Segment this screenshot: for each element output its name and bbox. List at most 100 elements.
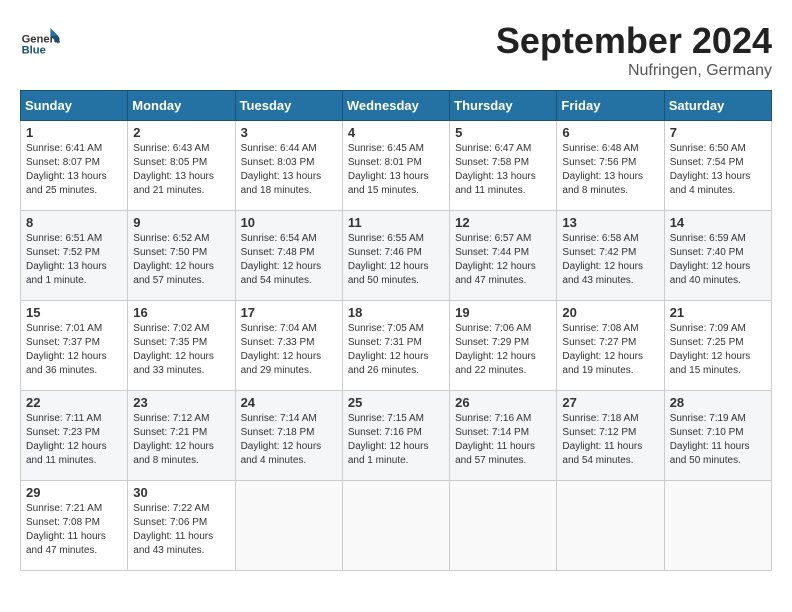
day-number: 8	[26, 215, 122, 230]
day-info: Sunrise: 6:41 AM Sunset: 8:07 PM Dayligh…	[26, 143, 107, 196]
day-info: Sunrise: 6:54 AM Sunset: 7:48 PM Dayligh…	[241, 233, 322, 286]
day-number: 7	[670, 125, 766, 140]
day-info: Sunrise: 7:01 AM Sunset: 7:37 PM Dayligh…	[26, 323, 107, 376]
day-number: 15	[26, 305, 122, 320]
calendar-cell: 25 Sunrise: 7:15 AM Sunset: 7:16 PM Dayl…	[342, 391, 449, 481]
calendar-cell: 13 Sunrise: 6:58 AM Sunset: 7:42 PM Dayl…	[557, 211, 664, 301]
calendar-cell: 30 Sunrise: 7:22 AM Sunset: 7:06 PM Dayl…	[128, 481, 235, 571]
calendar-cell	[342, 481, 449, 571]
day-info: Sunrise: 6:43 AM Sunset: 8:05 PM Dayligh…	[133, 143, 214, 196]
day-number: 3	[241, 125, 337, 140]
column-header-monday: Monday	[128, 91, 235, 121]
day-info: Sunrise: 7:05 AM Sunset: 7:31 PM Dayligh…	[348, 323, 429, 376]
calendar-cell: 20 Sunrise: 7:08 AM Sunset: 7:27 PM Dayl…	[557, 301, 664, 391]
logo: General Blue	[20, 20, 66, 60]
page-header: General Blue September 2024 Nufringen, G…	[20, 20, 772, 80]
day-number: 18	[348, 305, 444, 320]
month-title: September 2024	[496, 20, 772, 62]
day-info: Sunrise: 7:06 AM Sunset: 7:29 PM Dayligh…	[455, 323, 536, 376]
day-info: Sunrise: 6:55 AM Sunset: 7:46 PM Dayligh…	[348, 233, 429, 286]
calendar-cell: 26 Sunrise: 7:16 AM Sunset: 7:14 PM Dayl…	[450, 391, 557, 481]
day-info: Sunrise: 7:04 AM Sunset: 7:33 PM Dayligh…	[241, 323, 322, 376]
calendar-cell: 17 Sunrise: 7:04 AM Sunset: 7:33 PM Dayl…	[235, 301, 342, 391]
day-info: Sunrise: 6:47 AM Sunset: 7:58 PM Dayligh…	[455, 143, 536, 196]
day-number: 14	[670, 215, 766, 230]
day-number: 27	[562, 395, 658, 410]
day-number: 28	[670, 395, 766, 410]
day-info: Sunrise: 6:45 AM Sunset: 8:01 PM Dayligh…	[348, 143, 429, 196]
day-info: Sunrise: 7:02 AM Sunset: 7:35 PM Dayligh…	[133, 323, 214, 376]
calendar-cell: 4 Sunrise: 6:45 AM Sunset: 8:01 PM Dayli…	[342, 121, 449, 211]
calendar-cell: 27 Sunrise: 7:18 AM Sunset: 7:12 PM Dayl…	[557, 391, 664, 481]
calendar-cell: 15 Sunrise: 7:01 AM Sunset: 7:37 PM Dayl…	[21, 301, 128, 391]
calendar-cell: 29 Sunrise: 7:21 AM Sunset: 7:08 PM Dayl…	[21, 481, 128, 571]
column-header-wednesday: Wednesday	[342, 91, 449, 121]
column-header-thursday: Thursday	[450, 91, 557, 121]
calendar-cell: 6 Sunrise: 6:48 AM Sunset: 7:56 PM Dayli…	[557, 121, 664, 211]
calendar-cell: 14 Sunrise: 6:59 AM Sunset: 7:40 PM Dayl…	[664, 211, 771, 301]
calendar-cell: 28 Sunrise: 7:19 AM Sunset: 7:10 PM Dayl…	[664, 391, 771, 481]
day-info: Sunrise: 7:21 AM Sunset: 7:08 PM Dayligh…	[26, 503, 106, 556]
calendar-cell: 1 Sunrise: 6:41 AM Sunset: 8:07 PM Dayli…	[21, 121, 128, 211]
calendar-cell	[450, 481, 557, 571]
location: Nufringen, Germany	[496, 62, 772, 80]
day-number: 30	[133, 485, 229, 500]
day-number: 25	[348, 395, 444, 410]
day-number: 23	[133, 395, 229, 410]
column-header-tuesday: Tuesday	[235, 91, 342, 121]
day-info: Sunrise: 7:09 AM Sunset: 7:25 PM Dayligh…	[670, 323, 751, 376]
column-header-friday: Friday	[557, 91, 664, 121]
day-info: Sunrise: 7:18 AM Sunset: 7:12 PM Dayligh…	[562, 413, 642, 466]
calendar-cell: 8 Sunrise: 6:51 AM Sunset: 7:52 PM Dayli…	[21, 211, 128, 301]
day-info: Sunrise: 7:22 AM Sunset: 7:06 PM Dayligh…	[133, 503, 213, 556]
calendar-cell: 21 Sunrise: 7:09 AM Sunset: 7:25 PM Dayl…	[664, 301, 771, 391]
day-info: Sunrise: 6:48 AM Sunset: 7:56 PM Dayligh…	[562, 143, 643, 196]
calendar-cell	[664, 481, 771, 571]
calendar-table: SundayMondayTuesdayWednesdayThursdayFrid…	[20, 90, 772, 571]
calendar-cell: 5 Sunrise: 6:47 AM Sunset: 7:58 PM Dayli…	[450, 121, 557, 211]
day-info: Sunrise: 6:44 AM Sunset: 8:03 PM Dayligh…	[241, 143, 322, 196]
column-header-sunday: Sunday	[21, 91, 128, 121]
calendar-cell	[557, 481, 664, 571]
day-info: Sunrise: 7:15 AM Sunset: 7:16 PM Dayligh…	[348, 413, 429, 466]
calendar-cell: 2 Sunrise: 6:43 AM Sunset: 8:05 PM Dayli…	[128, 121, 235, 211]
calendar-cell: 7 Sunrise: 6:50 AM Sunset: 7:54 PM Dayli…	[664, 121, 771, 211]
calendar-cell: 16 Sunrise: 7:02 AM Sunset: 7:35 PM Dayl…	[128, 301, 235, 391]
calendar-cell: 12 Sunrise: 6:57 AM Sunset: 7:44 PM Dayl…	[450, 211, 557, 301]
day-number: 19	[455, 305, 551, 320]
day-number: 4	[348, 125, 444, 140]
day-number: 1	[26, 125, 122, 140]
day-number: 29	[26, 485, 122, 500]
day-info: Sunrise: 7:12 AM Sunset: 7:21 PM Dayligh…	[133, 413, 214, 466]
day-number: 24	[241, 395, 337, 410]
day-info: Sunrise: 7:14 AM Sunset: 7:18 PM Dayligh…	[241, 413, 322, 466]
calendar-cell: 11 Sunrise: 6:55 AM Sunset: 7:46 PM Dayl…	[342, 211, 449, 301]
calendar-cell: 18 Sunrise: 7:05 AM Sunset: 7:31 PM Dayl…	[342, 301, 449, 391]
calendar-cell	[235, 481, 342, 571]
day-number: 9	[133, 215, 229, 230]
day-info: Sunrise: 7:16 AM Sunset: 7:14 PM Dayligh…	[455, 413, 535, 466]
day-number: 22	[26, 395, 122, 410]
day-number: 6	[562, 125, 658, 140]
day-info: Sunrise: 6:58 AM Sunset: 7:42 PM Dayligh…	[562, 233, 643, 286]
day-info: Sunrise: 7:08 AM Sunset: 7:27 PM Dayligh…	[562, 323, 643, 376]
logo-icon: General Blue	[20, 20, 60, 60]
day-info: Sunrise: 6:50 AM Sunset: 7:54 PM Dayligh…	[670, 143, 751, 196]
day-info: Sunrise: 6:59 AM Sunset: 7:40 PM Dayligh…	[670, 233, 751, 286]
day-number: 10	[241, 215, 337, 230]
day-info: Sunrise: 6:57 AM Sunset: 7:44 PM Dayligh…	[455, 233, 536, 286]
calendar-cell: 10 Sunrise: 6:54 AM Sunset: 7:48 PM Dayl…	[235, 211, 342, 301]
day-number: 16	[133, 305, 229, 320]
title-block: September 2024 Nufringen, Germany	[496, 20, 772, 80]
svg-text:Blue: Blue	[22, 45, 46, 57]
day-number: 17	[241, 305, 337, 320]
day-number: 2	[133, 125, 229, 140]
calendar-cell: 9 Sunrise: 6:52 AM Sunset: 7:50 PM Dayli…	[128, 211, 235, 301]
day-info: Sunrise: 6:51 AM Sunset: 7:52 PM Dayligh…	[26, 233, 107, 286]
day-number: 12	[455, 215, 551, 230]
calendar-cell: 24 Sunrise: 7:14 AM Sunset: 7:18 PM Dayl…	[235, 391, 342, 481]
calendar-cell: 22 Sunrise: 7:11 AM Sunset: 7:23 PM Dayl…	[21, 391, 128, 481]
day-info: Sunrise: 7:19 AM Sunset: 7:10 PM Dayligh…	[670, 413, 750, 466]
day-number: 20	[562, 305, 658, 320]
calendar-cell: 23 Sunrise: 7:12 AM Sunset: 7:21 PM Dayl…	[128, 391, 235, 481]
